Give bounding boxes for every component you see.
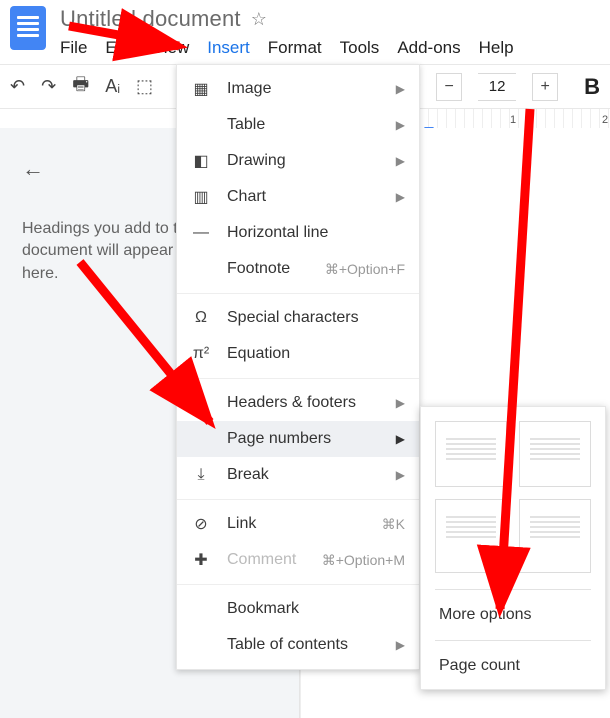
insert-menu: ▦Image▶ Table▶ ◧Drawing▶ ▥Chart▶ —Horizo… [176, 64, 420, 670]
print-icon[interactable]: 🖶 [72, 72, 89, 102]
comment-icon: ✚ [191, 550, 211, 570]
menubar: File Edit View Insert Format Tools Add-o… [60, 32, 600, 58]
insert-equation[interactable]: π²Equation [177, 336, 419, 372]
equation-icon: π² [191, 345, 211, 363]
drawing-icon: ◧ [191, 151, 211, 171]
link-icon: ⊘ [191, 514, 211, 534]
page-number-preset-header-right[interactable] [435, 421, 507, 487]
insert-page-count[interactable]: Page count [421, 643, 605, 689]
shortcut-label: ⌘+Option+F [325, 261, 405, 278]
insert-table[interactable]: Table▶ [177, 107, 419, 143]
chevron-right-icon: ▶ [396, 154, 405, 168]
menu-addons[interactable]: Add-ons [397, 38, 460, 58]
insert-break[interactable]: ⤓Break▶ [177, 457, 419, 493]
undo-icon[interactable]: ↶ [10, 76, 25, 97]
font-size-value[interactable]: 12 [478, 73, 516, 101]
insert-chart[interactable]: ▥Chart▶ [177, 179, 419, 215]
page-number-preset-footer-right[interactable] [435, 499, 507, 573]
menu-view[interactable]: View [153, 38, 190, 58]
font-size-decrease[interactable]: − [436, 73, 462, 101]
chevron-right-icon: ▶ [396, 638, 405, 652]
insert-headers-footers[interactable]: Headers & footers▶ [177, 385, 419, 421]
ruler-mark-1: 1 [510, 114, 516, 126]
menu-tools[interactable]: Tools [340, 38, 380, 58]
insert-page-numbers[interactable]: Page numbers▶ [177, 421, 419, 457]
bold-button[interactable]: B [584, 74, 600, 100]
menu-format[interactable]: Format [268, 38, 322, 58]
insert-link[interactable]: ⊘Link⌘K [177, 506, 419, 542]
omega-icon: Ω [191, 309, 211, 327]
chevron-right-icon: ▶ [396, 190, 405, 204]
menu-edit[interactable]: Edit [105, 38, 134, 58]
shortcut-label: ⌘K [382, 516, 405, 533]
horizontal-line-icon: — [191, 224, 211, 242]
page-numbers-more-options[interactable]: More options [421, 592, 605, 638]
font-size-increase[interactable]: + [532, 73, 558, 101]
insert-image[interactable]: ▦Image▶ [177, 71, 419, 107]
page-numbers-submenu: More options Page count [420, 406, 606, 690]
docs-logo[interactable] [10, 6, 46, 50]
spellcheck-icon[interactable]: Aᵢ [105, 76, 120, 97]
menu-help[interactable]: Help [479, 38, 514, 58]
menu-insert[interactable]: Insert [207, 38, 250, 58]
ruler-mark-2: 2 [602, 114, 608, 126]
chevron-right-icon: ▶ [396, 396, 405, 410]
insert-drawing[interactable]: ◧Drawing▶ [177, 143, 419, 179]
break-icon: ⤓ [191, 466, 211, 484]
chevron-right-icon: ▶ [396, 118, 405, 132]
insert-comment: ✚Comment⌘+Option+M [177, 542, 419, 578]
outline-hint: Headings you add to the document will ap… [22, 218, 202, 285]
doc-title[interactable]: Untitled document [60, 6, 241, 32]
page-number-preset-footer-right-skip[interactable] [519, 499, 591, 573]
insert-hr[interactable]: —Horizontal line [177, 215, 419, 251]
chart-icon: ▥ [191, 187, 211, 207]
insert-special-chars[interactable]: ΩSpecial characters [177, 300, 419, 336]
chevron-right-icon: ▶ [396, 468, 405, 482]
paint-format-icon[interactable]: ⬚ [136, 76, 153, 97]
star-icon[interactable]: ☆ [251, 9, 267, 30]
insert-bookmark[interactable]: Bookmark [177, 591, 419, 627]
chevron-right-icon: ▶ [396, 82, 405, 96]
insert-footnote[interactable]: Footnote⌘+Option+F [177, 251, 419, 287]
page-number-preset-header-right-skip[interactable] [519, 421, 591, 487]
image-icon: ▦ [191, 79, 211, 99]
insert-toc[interactable]: Table of contents▶ [177, 627, 419, 663]
shortcut-label: ⌘+Option+M [322, 552, 405, 569]
redo-icon[interactable]: ↷ [41, 76, 56, 97]
chevron-right-icon: ▶ [396, 432, 405, 446]
menu-file[interactable]: File [60, 38, 87, 58]
